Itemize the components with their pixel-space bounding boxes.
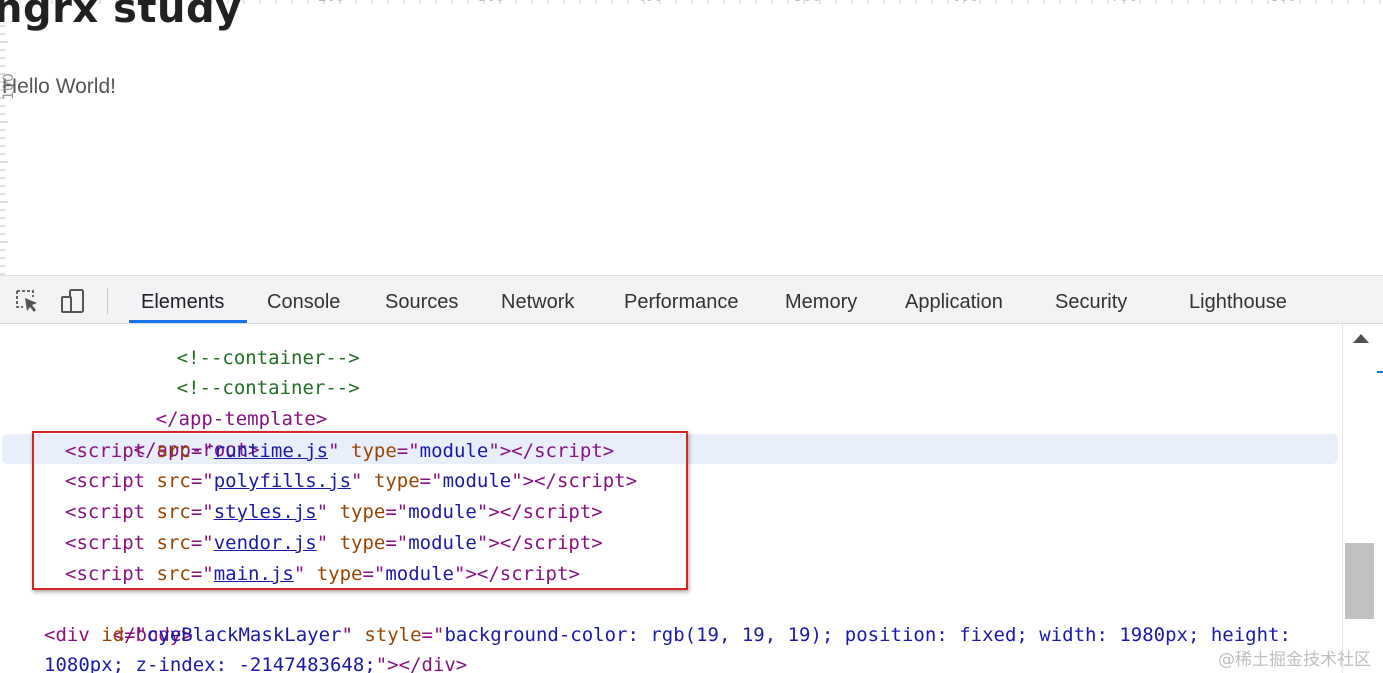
annotation-highlight-box bbox=[32, 431, 688, 590]
dom-node-comment[interactable]: <!--container--> bbox=[108, 324, 360, 369]
div-style-value: 1080px; z-index: -2147483648; bbox=[44, 654, 376, 673]
dom-node-comment[interactable]: <!--container--> bbox=[108, 343, 360, 399]
page-body-text: Hello World! bbox=[2, 75, 116, 98]
tab-console[interactable]: Console bbox=[267, 276, 340, 323]
ruler-label: 800 bbox=[1270, 0, 1297, 5]
ruler-label: 500 bbox=[794, 0, 821, 5]
ruler-label: 300 bbox=[478, 0, 505, 5]
dom-tree-scrollbar[interactable] bbox=[1342, 324, 1377, 673]
page-title: ngrx study bbox=[0, 0, 242, 32]
div-id-value: cyeBlackMaskLayer bbox=[146, 624, 342, 646]
inspect-element-icon[interactable] bbox=[14, 288, 40, 314]
toolbar-separator bbox=[107, 288, 108, 314]
tab-security[interactable]: Security bbox=[1055, 276, 1127, 323]
ruler-label: 200 bbox=[318, 0, 345, 5]
tab-network[interactable]: Network bbox=[501, 276, 574, 323]
scrollbar-thumb[interactable] bbox=[1345, 543, 1374, 619]
left-ruler bbox=[0, 1, 8, 275]
elements-dom-tree: <!--container--> <!--container--> </app-… bbox=[0, 324, 1342, 673]
ruler-label: 600 bbox=[952, 0, 979, 5]
dom-node-mask-div[interactable]: <div id="cyeBlackMaskLayer" style="backg… bbox=[44, 620, 1291, 650]
tab-elements[interactable]: Elements bbox=[141, 276, 224, 323]
ruler-label: 700 bbox=[1111, 0, 1138, 5]
tab-sources[interactable]: Sources bbox=[385, 276, 458, 323]
tab-performance[interactable]: Performance bbox=[624, 276, 739, 323]
device-toolbar-icon[interactable] bbox=[60, 288, 86, 314]
dom-node-app-template-close[interactable]: </app-template> bbox=[87, 374, 328, 430]
dom-node-body-close[interactable]: </body> bbox=[44, 590, 193, 646]
dom-node-mask-div-cont[interactable]: 1080px; z-index: -2147483648;"></div> bbox=[44, 650, 467, 673]
tab-lighthouse[interactable]: Lighthouse bbox=[1189, 276, 1287, 323]
tab-memory[interactable]: Memory bbox=[785, 276, 857, 323]
scroll-up-arrow-icon[interactable] bbox=[1353, 334, 1369, 343]
active-tab-indicator bbox=[129, 320, 247, 323]
devtools-tab-bar: Elements Console Sources Network Perform… bbox=[0, 275, 1383, 324]
rendered-page: 200 300 400 500 600 700 800 ngrx study H… bbox=[0, 0, 1383, 275]
tab-application[interactable]: Application bbox=[905, 276, 1003, 323]
panel-edge-indicator bbox=[1377, 371, 1383, 373]
div-style-value: background-color: rgb(19, 19, 19); posit… bbox=[444, 624, 1291, 646]
ruler-label: 400 bbox=[636, 0, 663, 5]
ruler-vertical-label: 100 bbox=[1, 73, 17, 100]
devtools-panel: Elements Console Sources Network Perform… bbox=[0, 275, 1383, 673]
watermark: @稀土掘金技术社区 bbox=[1218, 650, 1371, 670]
